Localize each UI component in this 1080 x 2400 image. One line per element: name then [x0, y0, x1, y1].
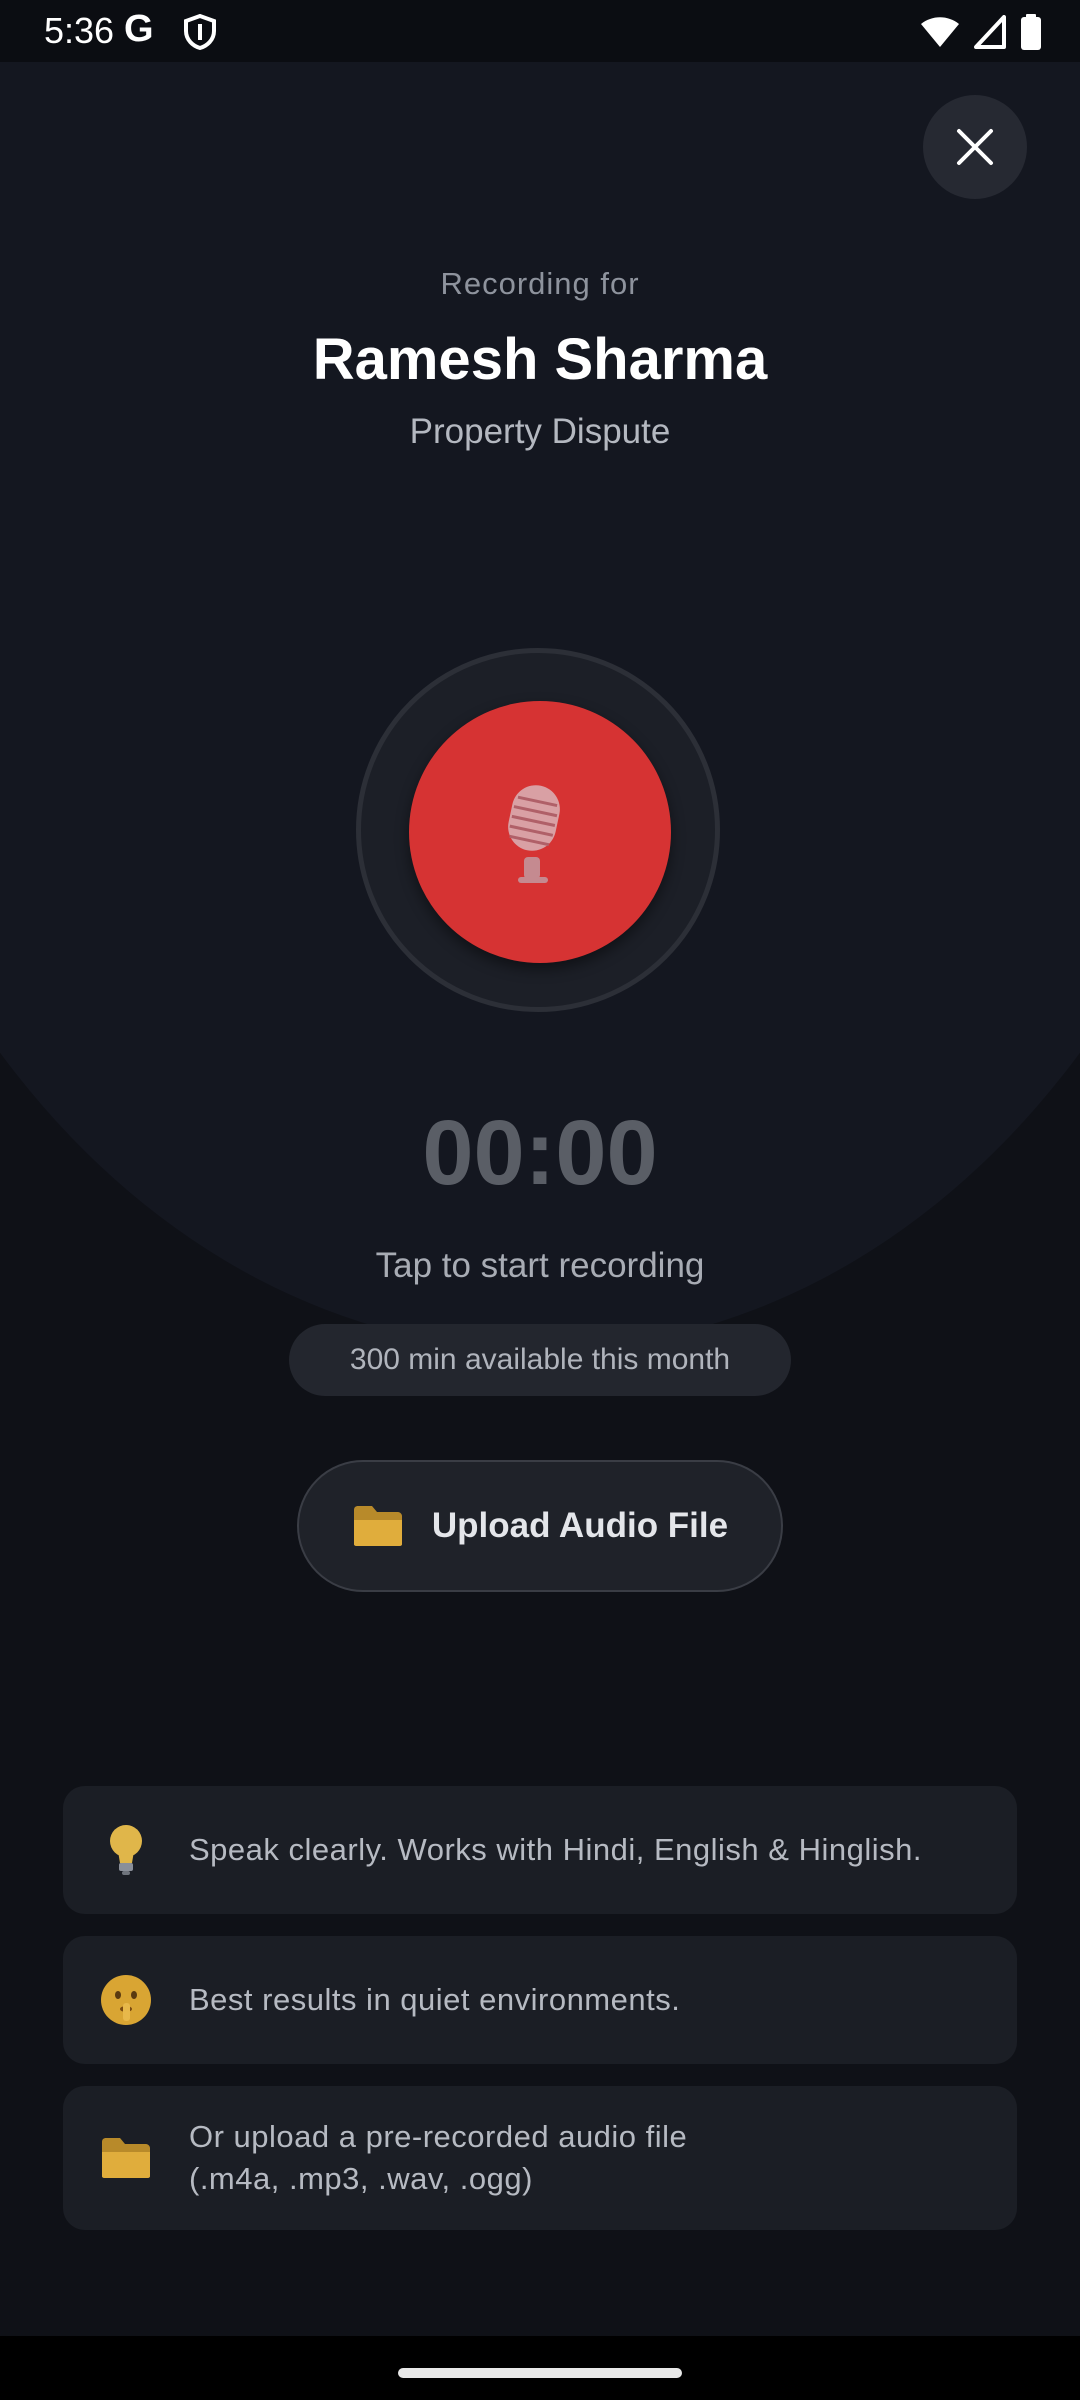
- client-name: Ramesh Sharma: [312, 327, 768, 392]
- recording-for-label: Recording for: [440, 266, 640, 301]
- close-icon: [957, 129, 993, 165]
- recording-hint: Tap to start recording: [375, 1246, 705, 1285]
- signal-icon: [974, 15, 1006, 49]
- google-icon: G: [124, 8, 154, 50]
- upload-audio-label: Upload Audio File: [431, 1506, 729, 1545]
- home-gesture-handle[interactable]: [398, 2368, 682, 2378]
- tip-text: Speak clearly. Works with Hindi, English…: [189, 1832, 922, 1867]
- tip-card: Or upload a pre-recorded audio file (.m4…: [63, 2086, 1017, 2230]
- tip-card: Best results in quiet environments.: [63, 1936, 1017, 2064]
- case-type: Property Dispute: [409, 412, 671, 451]
- tip-text: Best results in quiet environments.: [189, 1982, 681, 2017]
- lightbulb-icon: [110, 1825, 142, 1875]
- battery-icon: [1021, 14, 1041, 50]
- record-button[interactable]: [409, 701, 671, 963]
- shield-icon: [184, 14, 216, 50]
- quota-badge: 300 min available this month: [289, 1324, 791, 1396]
- tip-text: Or upload a pre-recorded audio file (.m4…: [189, 2116, 687, 2200]
- wifi-icon: [921, 17, 959, 47]
- recording-screen: 5:36 G Recording for Ramesh Sharma Prope…: [0, 0, 1080, 2400]
- microphone-icon: [508, 785, 560, 883]
- status-bar: 5:36 G: [0, 0, 1080, 62]
- folder-icon: [102, 2138, 150, 2178]
- status-icons: [920, 12, 1042, 52]
- shushing-face-icon: [101, 1975, 151, 2025]
- folder-icon: [353, 1506, 402, 1546]
- status-time: 5:36: [44, 10, 115, 51]
- tip-card: Speak clearly. Works with Hindi, English…: [63, 1786, 1017, 1914]
- close-button[interactable]: [923, 95, 1027, 199]
- upload-audio-button[interactable]: Upload Audio File: [297, 1460, 783, 1592]
- tip-text-line: (.m4a, .mp3, .wav, .ogg): [189, 2161, 533, 2196]
- recording-header: Recording for Ramesh Sharma Property Dis…: [0, 262, 1080, 454]
- tip-text-line: Or upload a pre-recorded audio file: [189, 2119, 688, 2154]
- recording-timer: 00:00: [422, 1102, 658, 1204]
